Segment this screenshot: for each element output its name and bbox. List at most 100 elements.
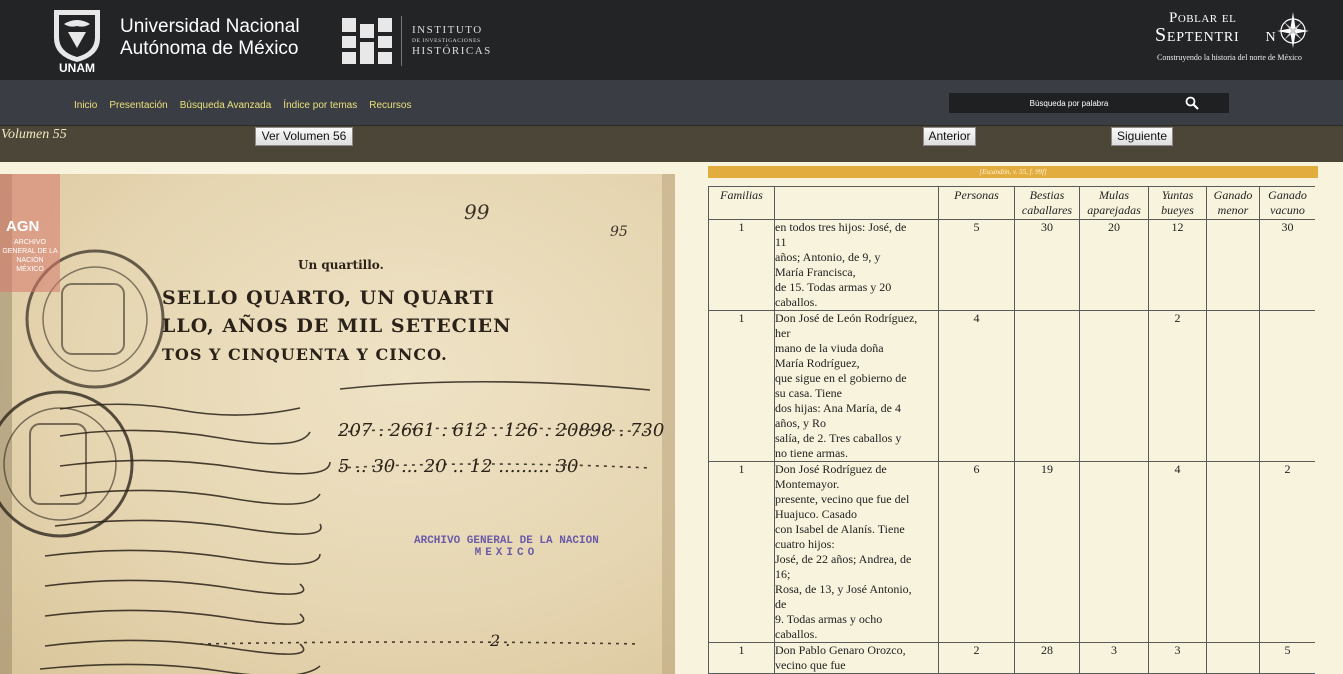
cell-familias: 1 bbox=[708, 310, 775, 462]
archive-stamp: ARCHIVO GENERAL DE LA NACION MEXICO bbox=[414, 535, 599, 559]
institute-logo-icon[interactable] bbox=[340, 16, 394, 66]
table-row: 1 en todos tres hijos: José, de 11 años; An… bbox=[708, 219, 1315, 311]
cell-personas: 2 bbox=[938, 642, 1015, 674]
table-body: 1 en todos tres hijos: José, de 11 años; An… bbox=[708, 219, 1315, 674]
description-line: salía, de 2. Tres caballos y bbox=[775, 431, 902, 445]
description-line: años; Antonio, de 9, y bbox=[775, 250, 881, 264]
cell-ganado-vacuno bbox=[1259, 310, 1315, 462]
manuscript-folio-number: 95 bbox=[610, 224, 628, 240]
cell-ganado-menor bbox=[1206, 642, 1260, 674]
cell-yuntas: 12 bbox=[1148, 219, 1207, 311]
main-navigation: Inicio Presentación Búsqueda Avanzada Ín… bbox=[0, 80, 1343, 125]
cell-mulas: 20 bbox=[1079, 219, 1149, 311]
agn-logo-text: AGN bbox=[6, 218, 40, 235]
manuscript-page-number: 99 bbox=[464, 200, 490, 224]
cell-personas: 4 bbox=[938, 310, 1015, 462]
description-line: su casa. Tiene bbox=[775, 386, 842, 400]
university-name-line2: Autónoma de México bbox=[120, 38, 299, 59]
volume-title: Volumen 55 bbox=[1, 127, 67, 142]
description-line: dos hijas: Ana María, de 4 bbox=[775, 401, 901, 415]
institute-name[interactable]: INSTITUTO DE INVESTIGACIONES HISTÓRICAS bbox=[412, 24, 492, 57]
description-line: 16; bbox=[775, 567, 791, 581]
archive-stamp-line2: MEXICO bbox=[474, 547, 539, 559]
cell-mulas: 3 bbox=[1079, 642, 1149, 674]
site-header: UNAM Universidad Nacional Autónoma de Mé… bbox=[0, 0, 1343, 80]
agn-logo-subtext: ARCHIVO GENERAL DE LA NACIÓN MÉXICO bbox=[2, 239, 58, 273]
cell-yuntas: 3 bbox=[1148, 642, 1207, 674]
cell-mulas bbox=[1079, 461, 1149, 643]
nav-item-inicio[interactable]: Inicio bbox=[74, 100, 97, 111]
column-header-description bbox=[774, 186, 939, 220]
cell-description: en todos tres hijos: José, de 11 años; Ant… bbox=[774, 219, 939, 311]
description-line: presente, vecino que fue del bbox=[775, 492, 910, 506]
column-header-ganado-menor: Ganado menor bbox=[1206, 186, 1260, 220]
institute-name-line3: HISTÓRICAS bbox=[412, 45, 492, 57]
column-header-yuntas: Yuntas bueyes bbox=[1148, 186, 1207, 220]
description-line: Don José Rodríguez de bbox=[775, 462, 887, 476]
cell-ganado-vacuno: 2 bbox=[1259, 461, 1315, 643]
search-icon[interactable] bbox=[1185, 96, 1199, 110]
nav-item-presentacion[interactable]: Presentación bbox=[109, 100, 167, 111]
manuscript-header-line2: LLO, AÑOS DE MIL SETECIEN bbox=[162, 314, 512, 337]
description-line: que sigue en el gobierno de bbox=[775, 371, 907, 385]
cell-familias: 1 bbox=[708, 642, 775, 674]
cell-ganado-menor bbox=[1206, 219, 1260, 311]
unam-logo-text: UNAM bbox=[59, 61, 95, 74]
nav-item-recursos[interactable]: Recursos bbox=[369, 100, 411, 111]
column-header-bestias: Bestias caballares bbox=[1014, 186, 1080, 220]
table-row: 1 Don Pablo Genaro Orozco, vecino que fue 2… bbox=[708, 642, 1315, 674]
previous-button[interactable]: Anterior bbox=[923, 127, 976, 146]
description-line: Don Pablo Genaro Orozco, bbox=[775, 643, 906, 657]
description-line: mano de la viuda doña bbox=[775, 341, 884, 355]
cell-personas: 5 bbox=[938, 219, 1015, 311]
column-header-familias: Familias bbox=[708, 186, 775, 220]
description-line: her bbox=[775, 326, 791, 340]
view-volume-button[interactable]: Ver Volumen 56 bbox=[255, 127, 353, 146]
next-button[interactable]: Siguiente bbox=[1111, 127, 1173, 146]
manuscript-image[interactable]: Un quartillo. SELLO QUARTO, UN QUARTI LL… bbox=[0, 174, 675, 674]
cell-ganado-menor bbox=[1206, 310, 1260, 462]
manuscript-drawing: Un quartillo. SELLO QUARTO, UN QUARTI LL… bbox=[0, 174, 675, 674]
description-line: caballos. bbox=[775, 627, 818, 641]
column-header-personas: Personas bbox=[938, 186, 1015, 220]
cell-personas: 6 bbox=[938, 461, 1015, 643]
search-box bbox=[949, 93, 1229, 113]
nav-links: Inicio Presentación Búsqueda Avanzada Ín… bbox=[74, 100, 411, 111]
description-line: Montemayor. bbox=[775, 477, 840, 491]
manuscript-header-line3: TOS Y CINQUENTA Y CINCO. bbox=[162, 345, 448, 364]
cell-bestias bbox=[1014, 310, 1080, 462]
description-line: vecino que fue bbox=[775, 658, 846, 672]
column-header-ganado-vacuno: Ganado vacuno bbox=[1259, 186, 1315, 220]
compass-rose-icon bbox=[1277, 12, 1309, 48]
description-line: José, de 22 años; Andrea, de bbox=[775, 552, 912, 566]
nav-item-busqueda-avanzada[interactable]: Búsqueda Avanzada bbox=[180, 100, 272, 111]
table-row: 1 Don José de León Rodríguez, her mano de l… bbox=[708, 310, 1315, 462]
description-line: de 15. Todas armas y 20 bbox=[775, 280, 892, 294]
svg-text:2 .: 2 . bbox=[489, 631, 510, 650]
unam-shield-logo[interactable]: UNAM bbox=[50, 6, 104, 74]
description-line: 9. Todas armas y ocho bbox=[775, 612, 883, 626]
university-name[interactable]: Universidad Nacional Autónoma de México bbox=[120, 16, 300, 60]
manuscript-header-small: Un quartillo. bbox=[298, 258, 384, 272]
description-line: 11 bbox=[775, 235, 787, 249]
institute-name-line2: DE INVESTIGACIONES bbox=[412, 38, 481, 44]
description-line: María Rodríguez, bbox=[775, 356, 860, 370]
cell-description: Don José de León Rodríguez, her mano de la… bbox=[774, 310, 939, 462]
search-input[interactable] bbox=[949, 93, 1189, 113]
description-line: cuatro hijos: bbox=[775, 537, 835, 551]
description-line: Rosa, de 13, y José Antonio, bbox=[775, 582, 912, 596]
agn-watermark-logo: AGN ARCHIVO GENERAL DE LA NACIÓN MÉXICO bbox=[0, 174, 60, 292]
description-line: en todos tres hijos: José, de bbox=[775, 220, 907, 234]
institute-name-line1: INSTITUTO bbox=[412, 24, 483, 36]
description-line: con Isabel de Alanís. Tiene bbox=[775, 522, 905, 536]
nav-item-indice-por-temas[interactable]: Índice por temas bbox=[283, 100, 357, 111]
description-line: años, y Ro bbox=[775, 416, 826, 430]
project-logo[interactable]: Poblar el Septentri n Construyendo la his… bbox=[1155, 6, 1325, 68]
cell-description: Don José Rodríguez de Montemayor. presente… bbox=[774, 461, 939, 643]
cell-yuntas: 4 bbox=[1148, 461, 1207, 643]
university-name-line1: Universidad Nacional bbox=[120, 16, 300, 37]
cell-bestias: 19 bbox=[1014, 461, 1080, 643]
cell-bestias: 30 bbox=[1014, 219, 1080, 311]
census-table-panel[interactable]: Familias Personas Bestias caballares Mula… bbox=[708, 186, 1315, 674]
description-line: no tiene armas. bbox=[775, 446, 848, 460]
